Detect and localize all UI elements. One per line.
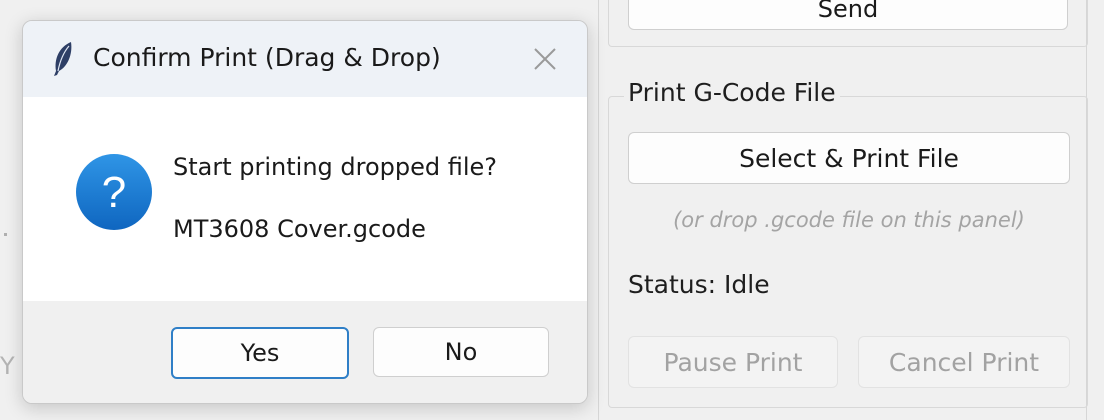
question-icon: ? [76, 154, 152, 230]
print-status: Status: Idle [628, 270, 770, 299]
status-label: Status: [628, 270, 717, 299]
printer-control-panel: Send Print G-Code File Select & Print Fi… [598, 0, 1104, 420]
dialog-title: Confirm Print (Drag & Drop) [93, 43, 441, 72]
confirm-print-dialog: Confirm Print (Drag & Drop) ? Start prin… [22, 20, 588, 404]
select-print-file-button[interactable]: Select & Print File [628, 132, 1070, 184]
close-icon[interactable] [529, 45, 561, 73]
panel-divider [598, 0, 599, 420]
pause-print-button[interactable]: Pause Print [628, 336, 838, 388]
drop-hint-text: (or drop .gcode file on this panel) [673, 208, 1025, 232]
dialog-titlebar[interactable]: Confirm Print (Drag & Drop) [23, 21, 587, 97]
svg-text:?: ? [102, 168, 126, 217]
send-button[interactable]: Send [628, 0, 1068, 30]
dialog-message: Start printing dropped file? [173, 153, 498, 181]
cancel-print-button[interactable]: Cancel Print [858, 336, 1070, 388]
feather-app-icon [54, 42, 72, 76]
no-button[interactable]: No [373, 327, 549, 377]
status-value: Idle [724, 270, 770, 299]
print-group-title: Print G-Code File [624, 78, 840, 107]
background-partial-text: Y [0, 352, 15, 380]
dialog-footer: Yes No [23, 301, 587, 403]
screen: Y Send Print G-Code File Select & Print … [0, 0, 1104, 420]
dialog-content: ? Start printing dropped file? MT3608 Co… [23, 97, 587, 301]
background-mark [4, 233, 7, 236]
dropped-filename: MT3608 Cover.gcode [173, 215, 426, 243]
yes-button[interactable]: Yes [171, 327, 349, 379]
